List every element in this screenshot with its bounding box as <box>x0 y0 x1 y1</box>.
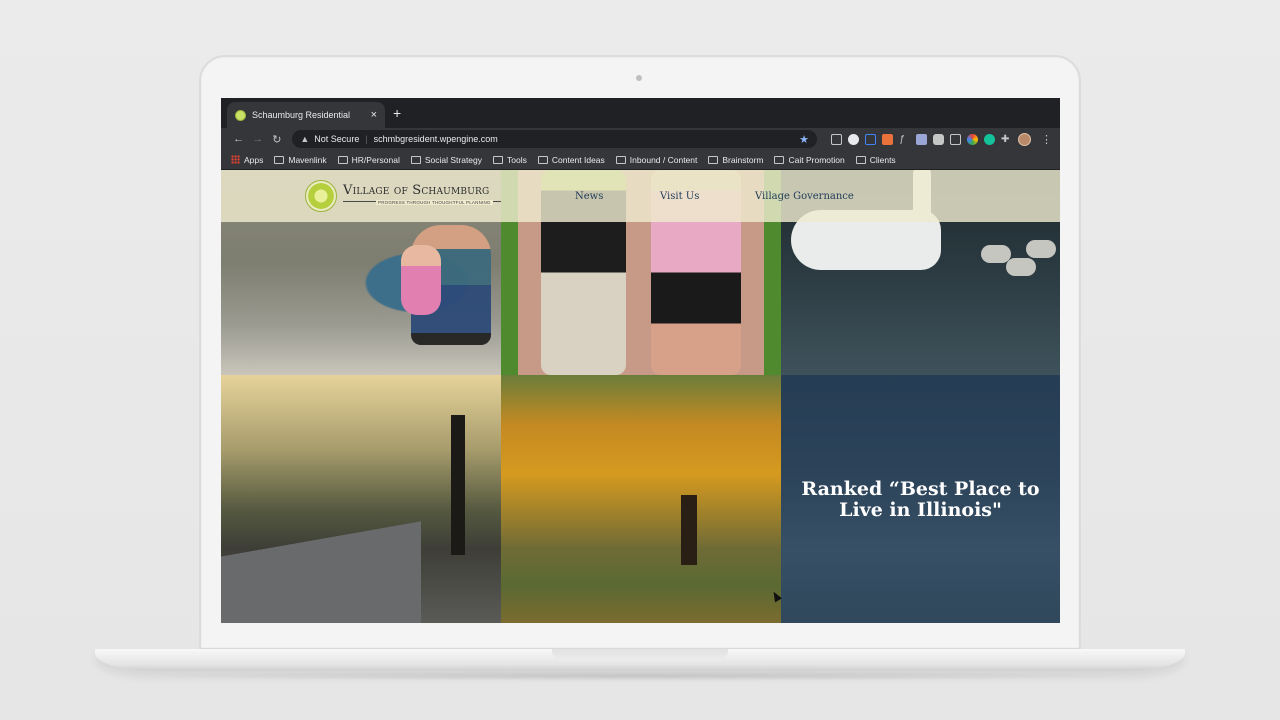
folder-icon <box>274 155 285 164</box>
bookmark-label: Inbound / Content <box>629 154 698 165</box>
photo-figure-child <box>401 245 441 315</box>
photo-road <box>221 513 421 623</box>
site-favicon-icon <box>235 109 246 121</box>
security-status[interactable]: Not Secure <box>314 134 359 144</box>
photo-cygnet <box>1026 240 1056 258</box>
nav-village-governance[interactable]: Village Governance <box>755 191 854 202</box>
laptop-shadow <box>130 671 1150 681</box>
apps-grid-icon <box>231 155 240 164</box>
extension-color-icon[interactable] <box>967 133 979 145</box>
site-header: Village of Schaumburg PROGRESS THROUGH T… <box>221 170 1060 222</box>
bookmark-clients[interactable]: Clients <box>855 154 896 165</box>
new-tab-icon[interactable]: + <box>393 105 401 121</box>
bookmark-cait-promotion[interactable]: Cait Promotion <box>774 154 845 165</box>
bookmark-label: Tools <box>507 154 527 165</box>
bookmark-label: HR/Personal <box>351 154 400 165</box>
laptop-camera <box>636 75 642 81</box>
bookmark-star-icon[interactable]: ★ <box>799 133 809 146</box>
profile-avatar[interactable] <box>1018 132 1032 146</box>
extensions-puzzle-icon[interactable]: ✚ <box>1001 134 1012 145</box>
bookmark-label: Content Ideas <box>551 154 605 165</box>
address-separator: | <box>365 134 368 144</box>
bookmark-label: Cait Promotion <box>788 154 845 165</box>
extension-fx-icon[interactable]: ƒ <box>899 134 910 145</box>
bookmark-social-strategy[interactable]: Social Strategy <box>410 154 483 165</box>
photo-tree-trunk <box>681 495 697 565</box>
bookmark-label: Clients <box>869 154 896 165</box>
extension-box-icon[interactable] <box>950 133 962 145</box>
bookmark-label: Social Strategy <box>424 154 483 165</box>
bookmark-brainstorm[interactable]: Brainstorm <box>708 155 763 165</box>
browser-toolbar: ← → ↻ ▲ Not Secure | schmbgresident.wpen… <box>221 128 1060 150</box>
bookmark-content-ideas[interactable]: Content Ideas <box>537 154 605 165</box>
back-arrow-icon[interactable]: ← <box>229 133 248 145</box>
folder-icon <box>337 155 348 164</box>
photo-grid: Ranked “Best Place to Live in Illinois" <box>221 170 1060 623</box>
web-page: Ranked “Best Place to Live in Illinois" … <box>221 170 1060 623</box>
tab-close-icon[interactable]: × <box>371 109 377 121</box>
folder-icon <box>855 155 866 164</box>
bookmark-tools[interactable]: Tools <box>493 155 527 165</box>
folder-icon <box>615 155 626 164</box>
browser-window: Schaumburg Residential × + ← → ↻ ▲ Not S… <box>221 98 1060 623</box>
photo-misty-road[interactable] <box>221 375 501 623</box>
folder-icon <box>708 155 719 164</box>
folder-icon <box>493 155 504 164</box>
extension-screenshot-icon[interactable] <box>831 133 843 145</box>
extension-grammarly-icon[interactable] <box>984 133 996 145</box>
browser-menu-icon[interactable]: ⋮ <box>1041 133 1052 146</box>
photo-cygnet <box>981 245 1011 263</box>
tab-strip: Schaumburg Residential × + <box>221 98 1060 128</box>
site-logo-name[interactable]: Village of Schaumburg <box>343 183 489 198</box>
extension-camera-icon[interactable] <box>933 133 945 145</box>
folder-icon <box>410 155 421 164</box>
extension-clock-icon[interactable] <box>848 133 860 145</box>
tab-schaumburg-residential[interactable]: Schaumburg Residential × <box>227 102 385 128</box>
site-logo-tagline: PROGRESS THROUGH THOUGHTFUL PLANNING <box>376 200 493 205</box>
photo-cygnet <box>1006 258 1036 276</box>
extensions-area: ƒ ✚ ⋮ <box>831 132 1052 146</box>
bookmark-apps[interactable]: Apps <box>231 155 263 165</box>
bookmark-mavenlink[interactable]: Mavenlink <box>274 154 327 165</box>
bookmark-inbound-content[interactable]: Inbound / Content <box>615 154 698 165</box>
folder-icon <box>774 155 785 164</box>
url-text[interactable]: schmbgresident.wpengine.com <box>374 134 799 144</box>
bookmark-label: Mavenlink <box>288 154 327 165</box>
photo-autumn-tree[interactable] <box>501 375 781 623</box>
forward-arrow-icon[interactable]: → <box>248 133 267 145</box>
extension-image-icon[interactable] <box>916 133 928 145</box>
nav-news[interactable]: News <box>575 191 603 202</box>
address-bar[interactable]: ▲ Not Secure | schmbgresident.wpengine.c… <box>292 130 818 148</box>
extension-docs-icon[interactable] <box>865 133 877 145</box>
bookmark-label: Apps <box>244 154 264 165</box>
photo-tree-trunk <box>451 415 465 555</box>
village-emblem-icon[interactable] <box>305 180 337 212</box>
tab-title: Schaumburg Residential <box>252 110 351 120</box>
bookmarks-bar: Apps Mavenlink HR/Personal Social Strate… <box>221 150 1060 170</box>
warning-triangle-icon: ▲ <box>300 134 310 144</box>
bookmark-label: Brainstorm <box>722 154 764 165</box>
laptop-notch <box>552 649 728 661</box>
folder-icon <box>537 155 548 164</box>
reload-icon[interactable]: ↻ <box>267 133 286 146</box>
bookmark-hr-personal[interactable]: HR/Personal <box>337 154 400 165</box>
nav-visit-us[interactable]: Visit Us <box>660 191 699 202</box>
extension-orange-icon[interactable] <box>882 133 894 145</box>
feature-tile-ranking[interactable]: Ranked “Best Place to Live in Illinois" <box>781 375 1060 623</box>
feature-headline: Ranked “Best Place to Live in Illinois" <box>801 478 1040 521</box>
